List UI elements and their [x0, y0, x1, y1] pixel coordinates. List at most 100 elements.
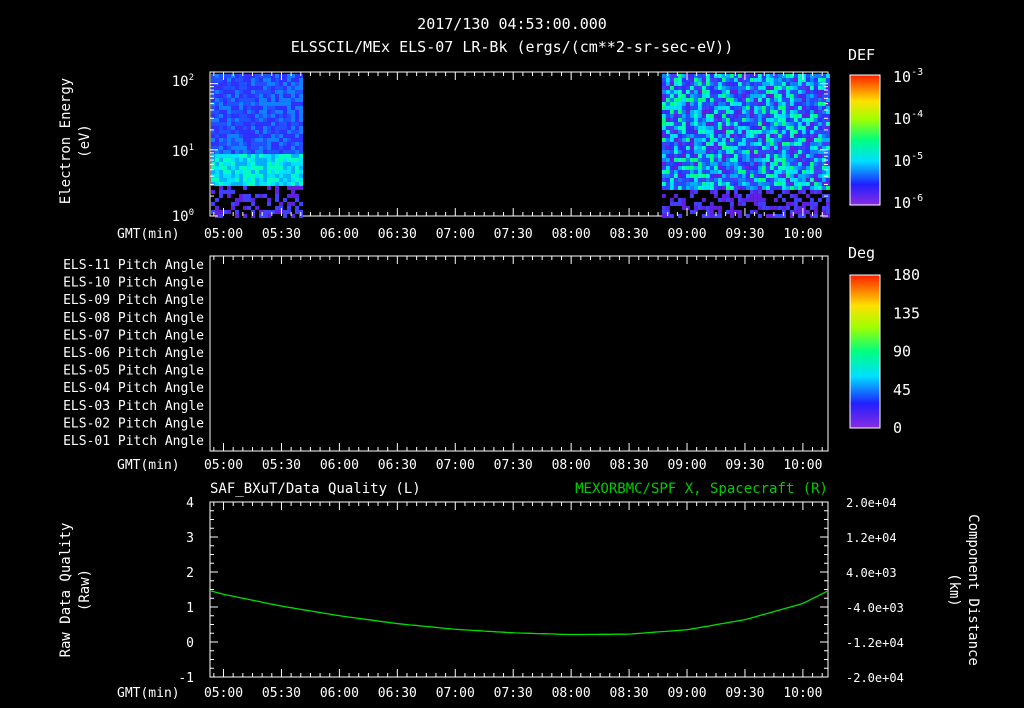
spectrogram-cell [725, 153, 730, 158]
spectrogram-cell [267, 105, 271, 110]
spectrogram-cell [259, 185, 263, 190]
spectrogram-cell [299, 133, 303, 138]
spectrogram-cell [243, 177, 247, 182]
spectrogram-cell [681, 77, 686, 82]
spectrogram-cell [789, 113, 794, 118]
spectrogram-cell [745, 77, 750, 82]
spectrogram-cell [757, 129, 762, 134]
spectrogram-cell [211, 109, 215, 114]
spectrogram-cell [785, 85, 790, 90]
spectrogram-cell [813, 85, 818, 90]
spectrogram-cell [773, 109, 778, 114]
spectrogram-cell [757, 181, 762, 186]
spectrogram-cell [805, 197, 810, 202]
spectrogram-cell [291, 129, 295, 134]
spectrogram-cell [677, 125, 682, 130]
spectrogram-cell [677, 141, 682, 146]
spectrogram-cell [725, 197, 730, 202]
spectrogram-cell [259, 149, 263, 154]
spectrogram-cell [745, 129, 750, 134]
spectrogram-cell [705, 205, 710, 210]
spectrogram-cell [677, 169, 682, 174]
spectrogram-cell [813, 105, 818, 110]
spectrogram-cell [685, 129, 690, 134]
spectrogram-cell [785, 137, 790, 142]
spectrogram-x-label-0930: 09:30 [725, 227, 764, 242]
spectrogram-cell [263, 205, 267, 210]
spectrogram-cell [817, 201, 822, 206]
spectrogram-cell [789, 125, 794, 130]
spectrogram-cell [809, 161, 814, 166]
spectrogram-cell [223, 145, 227, 150]
spectrogram-cell [673, 121, 678, 126]
spectrogram-cell [765, 173, 770, 178]
spectrogram-cell [247, 137, 251, 142]
spectrogram-cell [677, 121, 682, 126]
spectrogram-cell [769, 129, 774, 134]
spectrogram-cell [259, 113, 263, 118]
spectrogram-cell [741, 177, 746, 182]
spectrogram-cell [761, 121, 766, 126]
spectrogram-cell [725, 173, 730, 178]
spectrogram-cell [761, 189, 766, 194]
spectrogram-cell [689, 117, 694, 122]
spectrogram-cell [773, 169, 778, 174]
spectrogram-cell [701, 101, 706, 106]
spectrogram-cell [777, 89, 782, 94]
spectrogram-cell [279, 193, 283, 198]
spectrogram-cell [291, 161, 295, 166]
spectrogram-cell [805, 153, 810, 158]
spectrogram-cell [219, 101, 223, 106]
spectrogram-cell [271, 121, 275, 126]
spectrogram-cell [291, 113, 295, 118]
spectrogram-cell [741, 93, 746, 98]
spectrogram-cell [669, 141, 674, 146]
spectrogram-cell [713, 133, 718, 138]
spectrogram-cell [299, 205, 303, 210]
line-left-y-tick-label: 2 [186, 566, 194, 581]
spectrogram-cell [813, 209, 818, 214]
spectrogram-cell [689, 149, 694, 154]
spectrogram-cell [263, 81, 267, 86]
spectrogram-cell [255, 165, 259, 170]
spectrogram-cell [235, 129, 239, 134]
spectrogram-cell [685, 93, 690, 98]
spectrogram-cell [769, 213, 774, 218]
spectrogram-cell [825, 141, 830, 146]
spectrogram-cell [765, 121, 770, 126]
spectrogram-cell [757, 105, 762, 110]
spectrogram-cell [235, 153, 239, 158]
spectrogram-cell [781, 185, 786, 190]
spectrogram-cell [223, 141, 227, 146]
spectrogram-cell [685, 73, 690, 78]
spectrogram-cell [737, 145, 742, 150]
spectrogram-cell [825, 105, 830, 110]
spectrogram-cell [239, 181, 243, 186]
spectrogram-cell [211, 129, 215, 134]
spectrogram-cell [773, 81, 778, 86]
spectrogram-cell [219, 89, 223, 94]
spectrogram-cell [773, 201, 778, 206]
spectrogram-cell [761, 113, 766, 118]
spectrogram-cell [231, 117, 235, 122]
spectrogram-cell [737, 113, 742, 118]
spectrogram-cell [749, 121, 754, 126]
spectrogram-cell [825, 177, 830, 182]
spectrogram-cell [733, 197, 738, 202]
spectrogram-cell [705, 149, 710, 154]
spectrogram-cell [295, 205, 299, 210]
line-right-y-tick-label: 1.2e+04 [846, 531, 897, 545]
spectrogram-cell [737, 101, 742, 106]
spectrogram-cell [761, 181, 766, 186]
spectrogram-cell [757, 85, 762, 90]
spectrogram-cell [805, 133, 810, 138]
spectrogram-cell [801, 145, 806, 150]
spectrogram-cell [813, 189, 818, 194]
spectrogram-cell [797, 129, 802, 134]
spectrogram-cell [725, 125, 730, 130]
spectrogram-cell [745, 85, 750, 90]
spectrogram-cell [761, 153, 766, 158]
spectrogram-cell [681, 149, 686, 154]
spectrogram-cell [797, 117, 802, 122]
spectrogram-cell [661, 213, 666, 218]
